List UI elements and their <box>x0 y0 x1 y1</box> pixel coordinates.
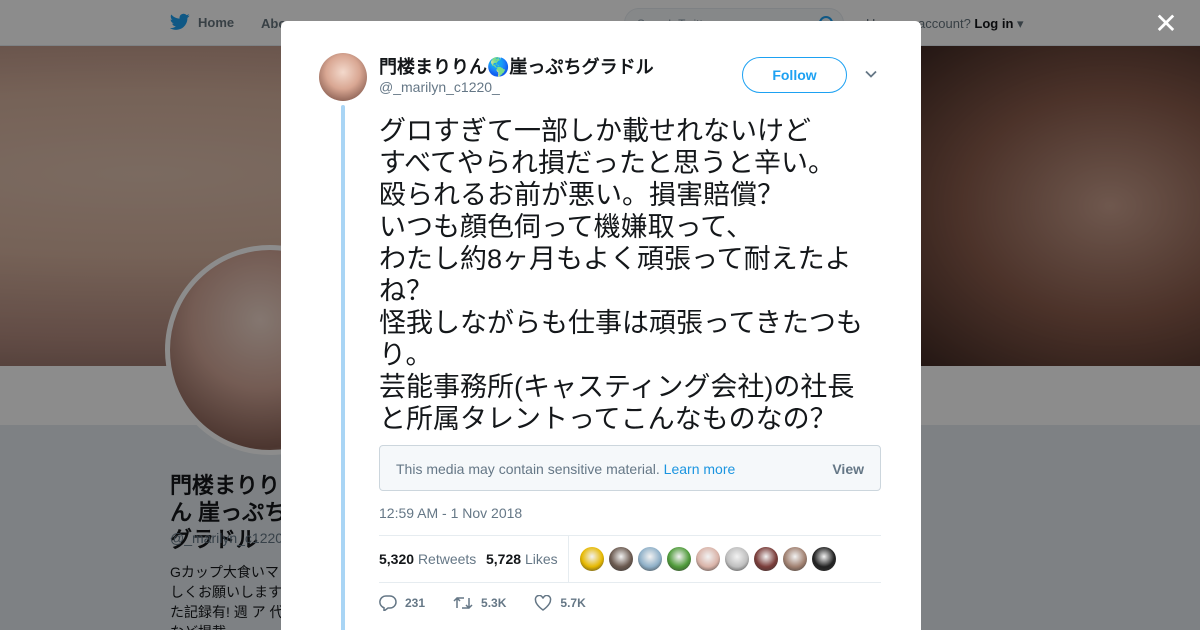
liker-avatar[interactable] <box>667 547 691 571</box>
liker-avatar[interactable] <box>754 547 778 571</box>
retweet-icon <box>453 596 473 610</box>
retweet-button[interactable]: 5.3K <box>453 595 506 611</box>
author-avatar[interactable] <box>319 53 367 101</box>
retweets-stat[interactable]: 5,320 Retweets <box>379 551 476 567</box>
retweets-label: Retweets <box>417 551 477 567</box>
liker-avatar[interactable] <box>696 547 720 571</box>
sensitive-message: This media may contain sensitive materia… <box>396 461 735 477</box>
tweet-timestamp[interactable]: 12:59 AM - 1 Nov 2018 <box>379 505 522 521</box>
heart-icon <box>535 595 552 611</box>
like-count: 5.7K <box>560 596 586 610</box>
liker-avatar[interactable] <box>580 547 604 571</box>
follow-button[interactable]: Follow <box>742 57 847 93</box>
likes-stat[interactable]: 5,728 Likes <box>486 551 558 567</box>
reply-count: 231 <box>405 596 426 610</box>
tweet-modal: 門楼まりりん🌎崖っぷちグラドル @_marilyn_c1220_ Follow … <box>281 21 921 630</box>
retweet-count: 5.3K <box>481 596 507 610</box>
likes-label: Likes <box>524 551 558 567</box>
stats-divider <box>568 536 569 582</box>
author-handle[interactable]: @_marilyn_c1220_ <box>379 79 500 95</box>
thread-line <box>341 105 345 630</box>
tweet-stats: 5,320 Retweets 5,728 Likes <box>379 535 881 583</box>
sensitive-media-warning: This media may contain sensitive materia… <box>379 445 881 491</box>
liker-avatar[interactable] <box>638 547 662 571</box>
tweet-actions: 231 5.3K 5.7K <box>379 595 614 611</box>
liker-avatar[interactable] <box>725 547 749 571</box>
liker-avatar[interactable] <box>783 547 807 571</box>
liker-avatar[interactable] <box>609 547 633 571</box>
tweet-text: グロすぎて一部しか載せれないけど すべてやられ損だったと思うと辛い。 殴られるお… <box>379 116 863 434</box>
likers-list <box>580 547 836 571</box>
reply-button[interactable]: 231 <box>379 595 425 611</box>
view-media-button[interactable]: View <box>832 461 864 477</box>
author-name[interactable]: 門楼まりりん🌎崖っぷちグラドル <box>379 53 654 79</box>
chevron-down-icon[interactable] <box>864 67 878 81</box>
retweets-count: 5,320 <box>379 551 415 567</box>
liker-avatar[interactable] <box>812 547 836 571</box>
reply-icon <box>379 595 397 611</box>
close-icon[interactable]: ✕ <box>1152 10 1180 38</box>
likes-count: 5,728 <box>486 551 522 567</box>
learn-more-link[interactable]: Learn more <box>664 461 736 477</box>
like-button[interactable]: 5.7K <box>534 595 586 611</box>
sensitive-message-text: This media may contain sensitive materia… <box>396 461 660 477</box>
